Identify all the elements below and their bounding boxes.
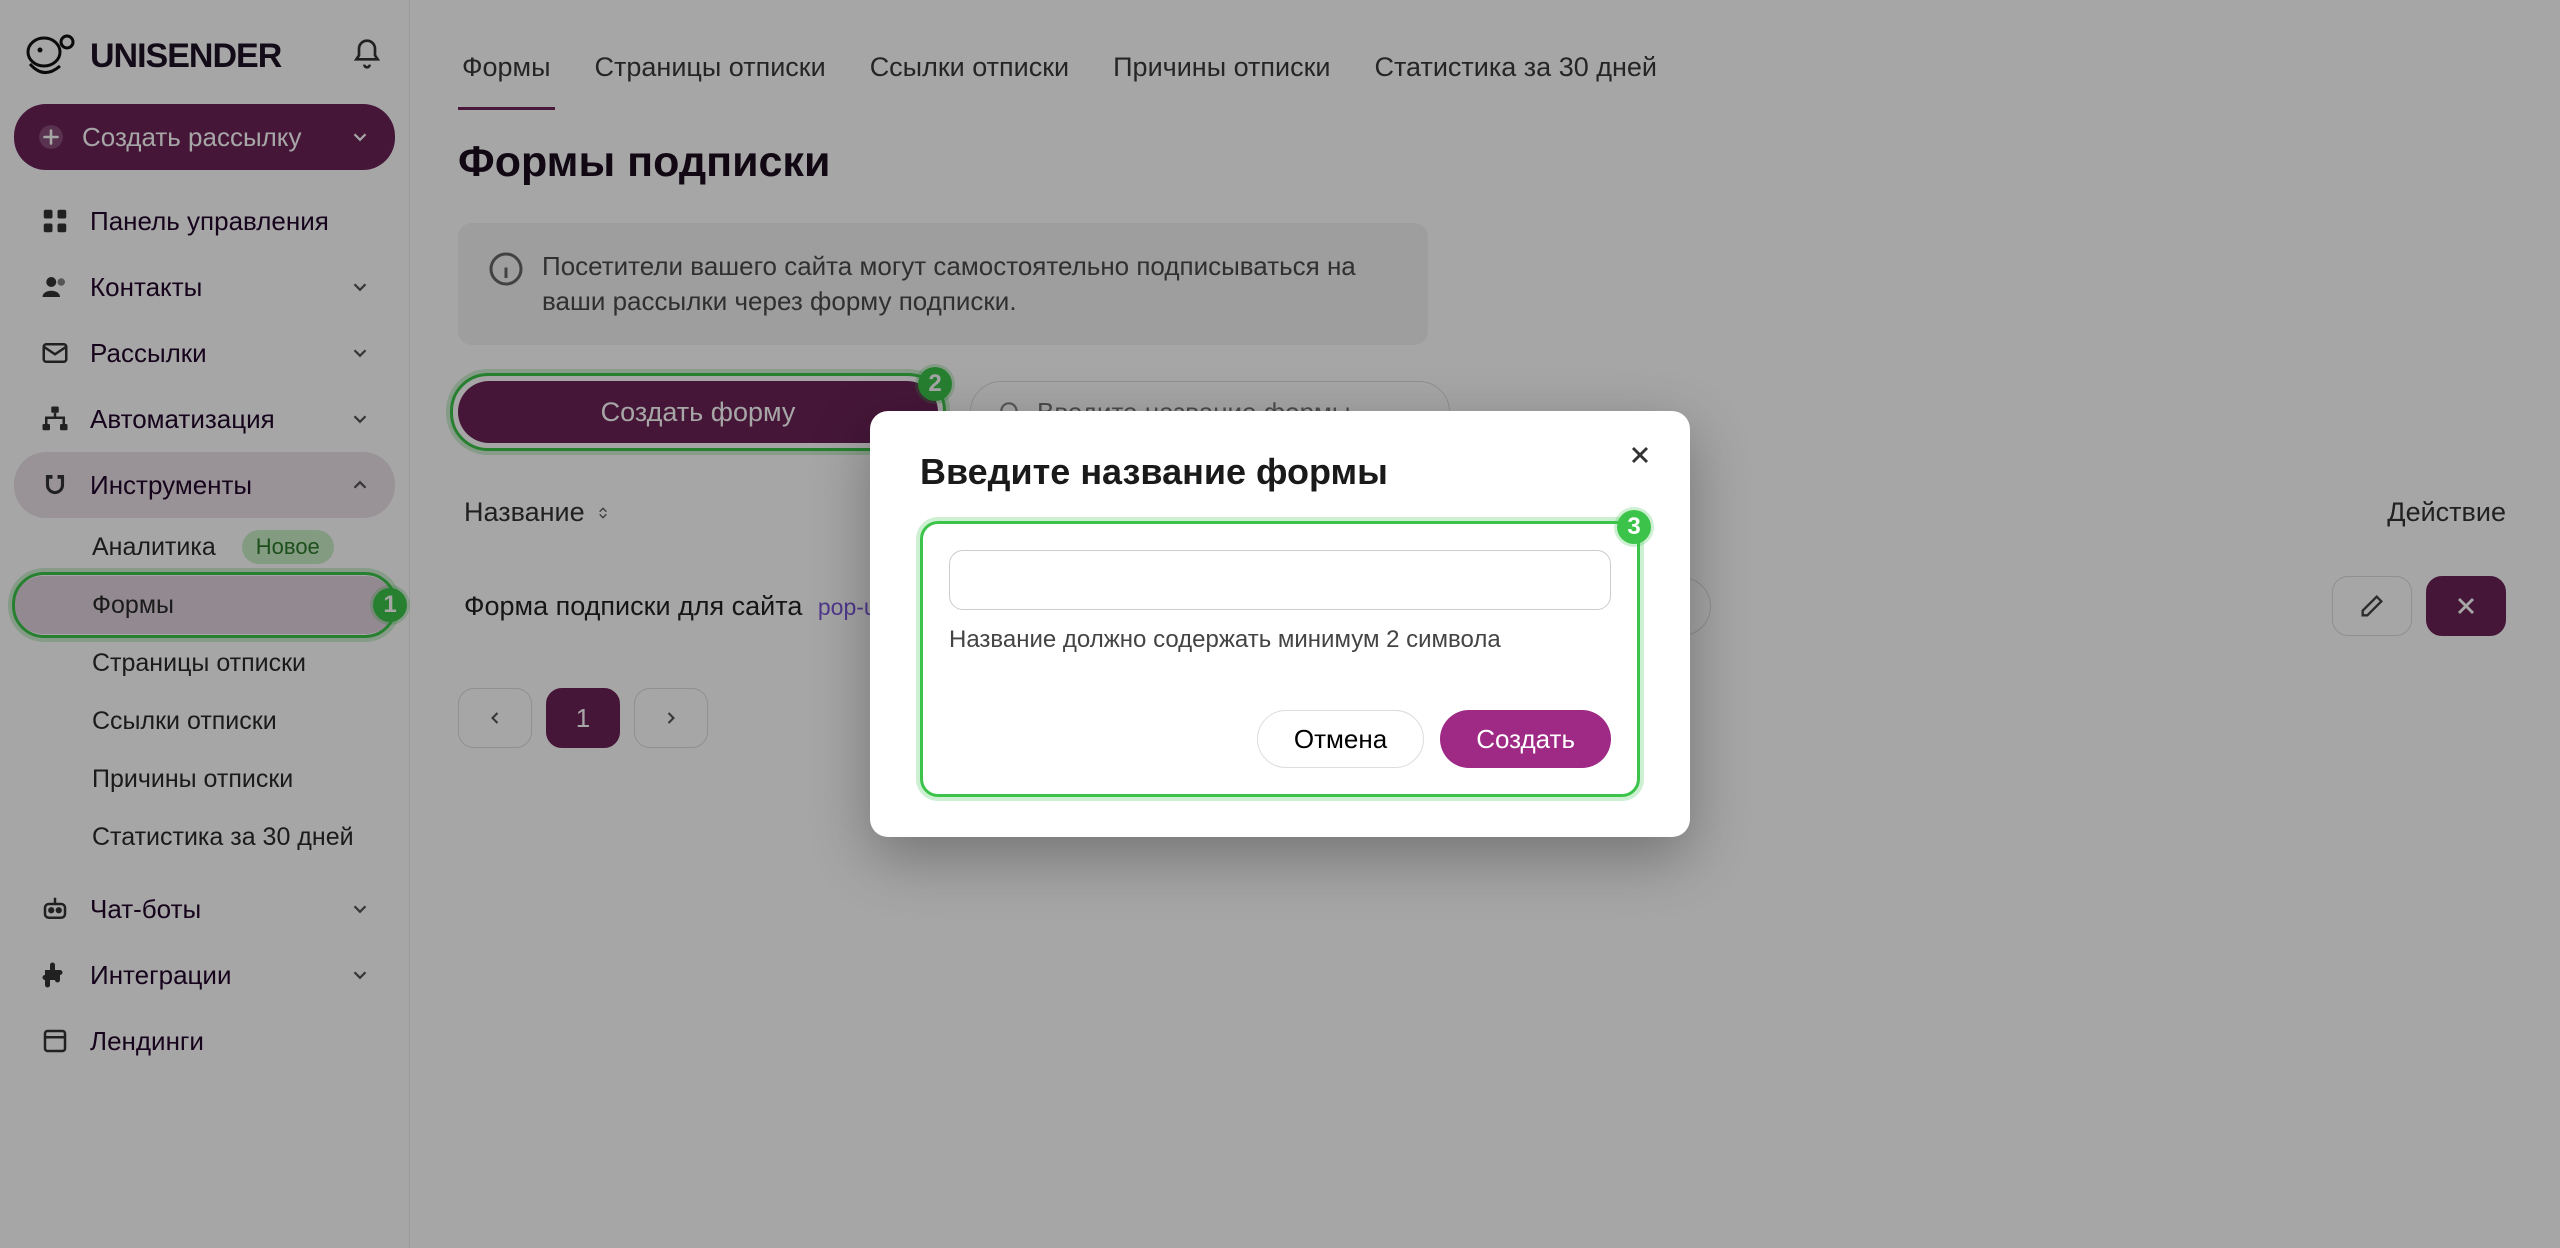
cancel-button[interactable]: Отмена	[1257, 710, 1424, 768]
form-name-input[interactable]	[949, 550, 1611, 610]
modal-buttons: Отмена Создать	[949, 710, 1611, 768]
modal-highlighted-area: 3 Название должно содержать минимум 2 си…	[920, 521, 1640, 797]
create-form-modal: Введите название формы 3 Название должно…	[870, 411, 1690, 837]
tour-step-3: 3	[1617, 510, 1651, 544]
modal-hint: Название должно содержать минимум 2 симв…	[949, 626, 1611, 654]
submit-button[interactable]: Создать	[1440, 710, 1611, 768]
modal-title: Введите название формы	[920, 451, 1640, 493]
close-icon[interactable]	[1626, 441, 1654, 469]
